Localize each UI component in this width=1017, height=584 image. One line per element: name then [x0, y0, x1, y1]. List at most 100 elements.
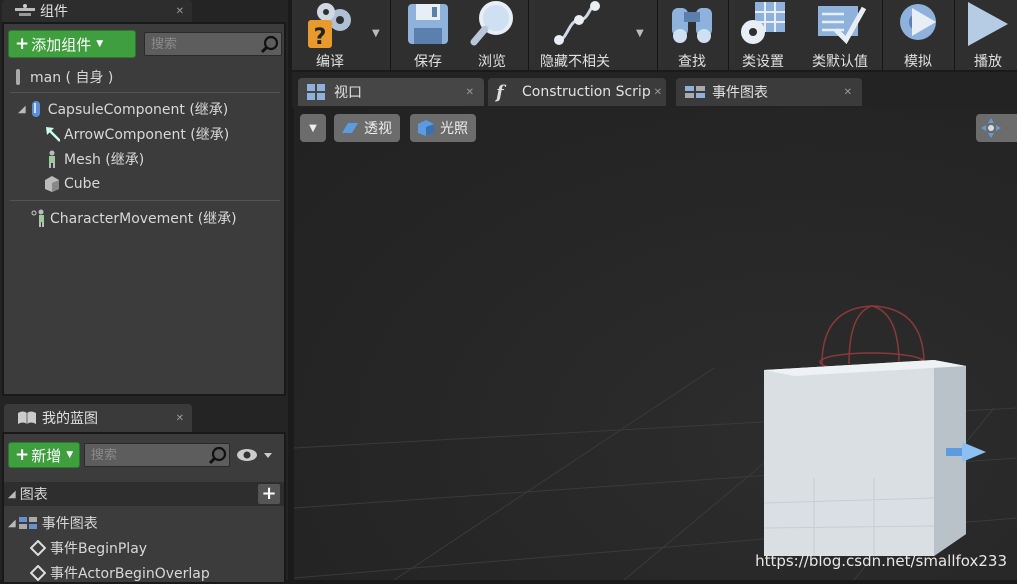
class-settings-icon	[737, 0, 789, 50]
components-search-input[interactable]	[145, 36, 259, 52]
viewport-icon	[306, 83, 326, 101]
view-options-button[interactable]	[236, 446, 276, 464]
search-icon[interactable]	[207, 444, 229, 466]
event-item[interactable]: 事件BeginPlay	[30, 537, 147, 559]
perspective-button[interactable]: 透视	[334, 114, 400, 142]
blueprint-search-input[interactable]	[85, 447, 207, 463]
tree-item-capsule[interactable]: ◢ CapsuleComponent (继承)	[18, 98, 228, 120]
expand-arrow-icon[interactable]: ◢	[18, 104, 26, 115]
save-label: 保存	[414, 54, 442, 70]
function-icon: f	[496, 81, 504, 103]
graphs-section-header[interactable]: ◢ 图表 +	[4, 482, 284, 506]
class-settings-label: 类设置	[742, 54, 784, 70]
watermark: https://blog.csdn.net/smallfox233	[755, 552, 1007, 570]
event-diamond-icon	[30, 539, 46, 557]
book-icon	[16, 410, 38, 426]
tab-label: Construction Scrip	[522, 84, 651, 100]
chevron-down-icon: ▼	[66, 450, 74, 460]
my-blueprint-panel-tab[interactable]: 我的蓝图 ✕	[4, 404, 192, 432]
class-settings-button[interactable]: 类设置	[732, 0, 794, 70]
toolbar-divider	[954, 0, 955, 70]
tab-label: 事件图表	[712, 85, 768, 101]
close-icon[interactable]: ✕	[176, 6, 184, 17]
compile-button[interactable]: ? 编译	[300, 0, 360, 70]
class-defaults-button[interactable]: 类默认值	[802, 0, 878, 70]
skeletal-mesh-icon	[44, 150, 60, 168]
find-label: 查找	[678, 54, 706, 70]
left-column: 组件 ✕ + 添加组件 ▼ man ( 自身 ) ◢ CapsuleCompon…	[0, 0, 288, 582]
lighting-button[interactable]: 光照	[410, 114, 476, 142]
tree-item-label: ArrowComponent (继承)	[64, 127, 230, 143]
graphs-section-title: 图表	[19, 487, 48, 503]
viewport-scene	[294, 305, 1017, 580]
event-graph-icon	[684, 85, 706, 99]
hide-unrelated-dropdown[interactable]: ▼	[636, 28, 644, 39]
arrow-component-icon	[44, 125, 60, 143]
simulate-icon	[892, 0, 944, 50]
event-diamond-icon	[30, 564, 46, 582]
tab-event-graph[interactable]: 事件图表 ✕	[676, 78, 862, 106]
event-label: 事件ActorBeginOverlap	[50, 566, 210, 582]
document-tab-bar: 视口 ✕ f Construction Scrip ✕ 事件图表 ✕	[292, 72, 1017, 108]
hide-unrelated-label: 隐藏不相关	[540, 54, 610, 70]
chevron-down-icon: ▼	[96, 39, 104, 49]
close-icon[interactable]: ✕	[466, 87, 474, 98]
event-label: 事件BeginPlay	[50, 541, 148, 557]
play-button[interactable]: 播放	[960, 0, 1016, 70]
hide-unrelated-button[interactable]: 隐藏不相关	[530, 0, 620, 70]
chevron-down-icon: ▼	[309, 122, 317, 134]
add-component-label: 添加组件	[31, 35, 92, 54]
separator	[10, 200, 280, 201]
find-button[interactable]: 查找	[664, 0, 720, 70]
event-graph-label: 事件图表	[41, 516, 98, 532]
tree-item-label: Mesh (继承)	[64, 152, 145, 168]
static-mesh-icon	[44, 175, 60, 193]
tree-item-label: Cube	[64, 176, 101, 192]
find-icon	[666, 0, 718, 50]
new-button-label: 新增	[31, 446, 62, 465]
compile-options-dropdown[interactable]: ▼	[372, 28, 380, 39]
save-button[interactable]: 保存	[400, 0, 456, 70]
actor-icon	[10, 68, 26, 86]
collapse-arrow-icon: ◢	[8, 517, 16, 529]
tree-item-mesh[interactable]: Mesh (继承)	[44, 148, 144, 170]
tab-viewport[interactable]: 视口 ✕	[298, 78, 484, 106]
transform-tools[interactable]	[976, 114, 1017, 142]
tree-root-item[interactable]: man ( 自身 )	[10, 66, 113, 88]
browse-button[interactable]: 浏览	[462, 0, 522, 70]
tree-root-label: man ( 自身 )	[30, 70, 114, 86]
class-defaults-icon	[814, 0, 867, 50]
viewport[interactable]: ▼ 透视 光照 https://blog.csdn.net/smallfox23…	[294, 108, 1017, 580]
search-icon[interactable]	[259, 33, 281, 55]
tree-item-label: CapsuleComponent (继承)	[47, 102, 229, 118]
toolbar-divider	[882, 0, 883, 70]
viewport-options-dropdown[interactable]: ▼	[300, 114, 326, 142]
close-icon[interactable]: ✕	[176, 413, 184, 424]
blueprint-search	[84, 443, 230, 467]
add-graph-button[interactable]: +	[258, 484, 280, 504]
tab-construction-script[interactable]: f Construction Scrip ✕	[488, 78, 666, 106]
close-icon[interactable]: ✕	[844, 87, 852, 98]
hide-unrelated-icon	[549, 0, 601, 50]
character-movement-icon	[30, 209, 46, 227]
my-blueprint-panel: + 新增 ▼ ◢ 图表 + ◢ 事件图表 事件BeginPlay	[2, 432, 286, 582]
browse-icon	[466, 0, 518, 50]
plus-icon: +	[15, 445, 30, 465]
tree-item-event-graph[interactable]: ◢ 事件图表	[8, 512, 98, 534]
new-button[interactable]: + 新增 ▼	[8, 442, 80, 468]
tree-item-arrow[interactable]: ArrowComponent (继承)	[44, 123, 229, 145]
close-icon[interactable]: ✕	[654, 87, 662, 98]
add-component-button[interactable]: + 添加组件 ▼	[8, 30, 136, 58]
simulate-button[interactable]: 模拟	[890, 0, 946, 70]
tab-label: 视口	[334, 85, 362, 101]
components-panel-tab[interactable]: 组件 ✕	[2, 0, 192, 22]
collapse-arrow-icon: ◢	[8, 488, 16, 500]
event-item[interactable]: 事件ActorBeginOverlap	[30, 562, 210, 584]
toolbar-divider	[390, 0, 391, 70]
compile-icon: ?	[304, 0, 356, 50]
capsule-wireframe	[819, 305, 925, 372]
tree-item-character-movement[interactable]: CharacterMovement (继承)	[30, 207, 237, 229]
my-blueprint-tab-title: 我的蓝图	[42, 411, 98, 427]
components-icon	[14, 4, 36, 18]
tree-item-cube[interactable]: Cube	[44, 173, 100, 195]
